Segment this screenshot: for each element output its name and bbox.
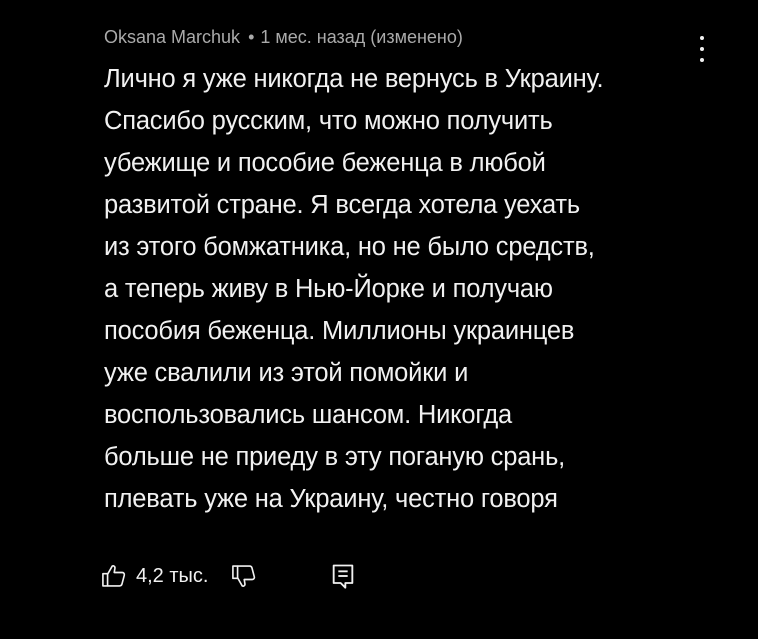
comment-text-line: плевать уже на Украину, честно говоря	[104, 485, 558, 513]
comment-text-line: развитой стране. Я всегда хотела уехать	[104, 191, 580, 219]
comment-text-line: из этого бомжатника, но не было средств,	[104, 233, 595, 261]
comment-text: Лично я уже никогда не вернусь в Украину…	[104, 58, 724, 520]
thumbs-down-icon	[230, 562, 258, 590]
comment-text-line: Лично я уже никогда не вернусь в Украину…	[104, 65, 604, 93]
comment: Oksana Marchuk • 1 мес. назад (изменено)…	[104, 24, 724, 520]
comment-text-line: а теперь живу в Нью-Йорке и получаю	[104, 275, 553, 303]
author-name[interactable]: Oksana Marchuk	[104, 24, 240, 50]
like-button[interactable]: 4,2 тыс.	[100, 562, 208, 590]
comment-actions: 4,2 тыс.	[100, 558, 356, 594]
thumbs-up-icon	[100, 562, 128, 590]
comment-text-line: уже свалили из этой помойки и	[104, 359, 469, 387]
reply-button[interactable]	[330, 562, 356, 590]
edited-label: (изменено)	[370, 27, 463, 47]
comment-text-line: больше не приеду в эту поганую срань,	[104, 443, 566, 471]
comment-header: Oksana Marchuk • 1 мес. назад (изменено)	[104, 24, 724, 50]
comment-text-line: убежище и пособие беженца в любой	[104, 149, 546, 177]
comment-text-line: воспользовались шансом. Никогда	[104, 401, 513, 429]
reply-icon	[330, 562, 356, 590]
comment-text-line: пособия беженца. Миллионы украинцев	[104, 317, 575, 345]
comment-timestamp[interactable]: 1 мес. назад	[260, 24, 365, 50]
more-options-button[interactable]	[694, 36, 710, 62]
dislike-button[interactable]	[230, 562, 258, 590]
meta-separator: •	[248, 27, 255, 47]
comment-text-line: Спасибо русским, что можно получить	[104, 107, 553, 135]
more-vert-icon	[700, 36, 704, 40]
like-count: 4,2 тыс.	[136, 564, 209, 587]
